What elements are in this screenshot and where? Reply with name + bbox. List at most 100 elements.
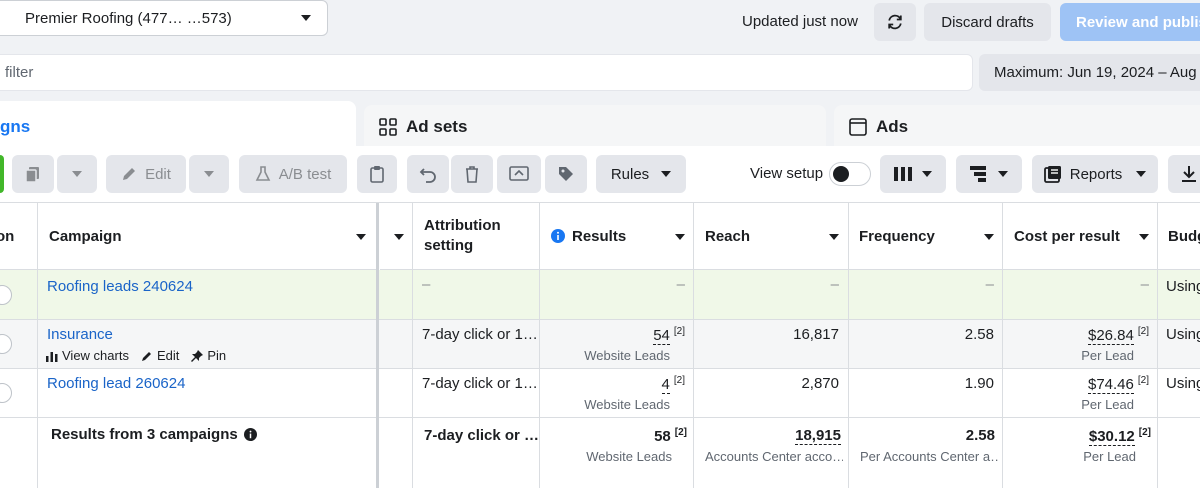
summary-text: Results from 3 campaigns xyxy=(51,426,238,443)
campaign-name-link[interactable]: Roofing leads 240624 xyxy=(47,278,193,295)
chevron-down-icon xyxy=(829,234,839,240)
cost-value: $74.46 [2] xyxy=(1003,375,1149,394)
chevron-down-icon xyxy=(72,171,82,177)
col-header-reach[interactable]: Reach xyxy=(694,203,848,270)
column-divider xyxy=(1157,203,1158,488)
duplicate-dropdown-button[interactable] xyxy=(57,155,97,193)
bar-chart-icon xyxy=(46,351,58,362)
col-header-results[interactable]: Results xyxy=(540,203,694,270)
column-divider xyxy=(37,203,38,488)
col-header-label: on xyxy=(0,227,15,245)
tab-ads[interactable]: Ads xyxy=(834,105,1200,149)
summary-reach: 18,915 xyxy=(694,427,841,445)
search-filter-input[interactable]: filter xyxy=(0,54,973,91)
columns-button[interactable] xyxy=(880,155,946,193)
col-header-attribution[interactable]: Attribution setting xyxy=(412,203,540,270)
export-button[interactable] xyxy=(497,155,541,193)
duplicate-button[interactable] xyxy=(12,155,54,193)
col-header-cost-per-result[interactable]: Cost per result xyxy=(1003,203,1158,270)
campaigns-table: on Campaign Attribution setting Results … xyxy=(0,202,1200,488)
undo-icon xyxy=(419,168,436,183)
frozen-column-divider[interactable] xyxy=(376,203,379,488)
column-divider xyxy=(848,203,849,488)
refresh-button[interactable] xyxy=(874,3,916,41)
summary-cost-number[interactable]: $30.12 xyxy=(1088,428,1135,446)
toolbar: Edit A/B test Rules View setup Reports xyxy=(0,146,1200,202)
summary-frequency-type: Per Accounts Center a… xyxy=(860,449,998,464)
chevron-down-icon xyxy=(394,234,404,240)
chevron-down-icon xyxy=(204,171,214,177)
pin-link[interactable]: Pin xyxy=(191,348,226,363)
undo-button[interactable] xyxy=(407,155,449,193)
reach-value: – xyxy=(830,276,839,293)
summary-results-number: 58 xyxy=(654,428,671,445)
breakdown-button[interactable] xyxy=(956,155,1022,193)
trash-icon xyxy=(466,166,478,183)
chevron-down-icon xyxy=(998,171,1008,177)
results-type: Website Leads xyxy=(584,348,670,363)
ab-test-label: A/B test xyxy=(278,165,332,183)
breakdown-icon xyxy=(970,166,986,182)
account-selector[interactable]: Premier Roofing (477… …573) xyxy=(0,0,328,36)
chevron-down-icon xyxy=(301,15,311,21)
download-button[interactable] xyxy=(1168,155,1200,193)
info-icon[interactable] xyxy=(243,428,257,441)
column-divider xyxy=(412,203,413,488)
info-icon xyxy=(551,229,565,243)
col-header-label: Cost per result xyxy=(1014,227,1120,245)
budget-value: Using xyxy=(1166,326,1200,343)
col-header-budget[interactable]: Budg xyxy=(1158,203,1200,270)
attribution-value: – xyxy=(422,276,431,293)
discard-drafts-button[interactable]: Discard drafts xyxy=(924,3,1051,41)
cost-number[interactable]: $74.46 xyxy=(1087,376,1134,394)
chevron-down-icon xyxy=(1139,234,1149,240)
frequency-value: 2.58 xyxy=(964,326,994,343)
results-number[interactable]: 4 xyxy=(661,376,670,394)
results-number[interactable]: 54 xyxy=(653,327,670,345)
reports-icon xyxy=(1043,166,1061,183)
date-range-picker[interactable]: Maximum: Jun 19, 2024 – Aug xyxy=(979,54,1200,91)
chevron-down-icon xyxy=(1136,171,1147,177)
edit-button[interactable]: Edit xyxy=(106,155,186,193)
delete-button[interactable] xyxy=(451,155,493,193)
row-actions: View charts Edit Pin xyxy=(46,348,226,363)
campaign-name-link[interactable]: Roofing lead 260624 xyxy=(47,375,185,392)
col-header-on-off[interactable]: on xyxy=(0,203,38,270)
ab-test-button[interactable]: A/B test xyxy=(239,155,347,193)
cost-number[interactable]: $26.84 xyxy=(1087,327,1134,345)
pencil-icon xyxy=(123,168,136,180)
attribution-value: 7-day click or 1… xyxy=(422,375,538,392)
cost-type: Per Lead xyxy=(1081,397,1134,412)
attribution-value: 7-day click or 1… xyxy=(422,326,538,343)
edit-dropdown-button[interactable] xyxy=(189,155,229,193)
edit-label: Edit xyxy=(156,348,180,363)
rules-button[interactable]: Rules xyxy=(596,155,686,193)
footnote-marker: [2] xyxy=(674,427,687,438)
chevron-down-icon xyxy=(984,234,994,240)
col-header-label: Frequency xyxy=(859,227,935,245)
col-header-delivery[interactable] xyxy=(380,203,412,270)
footnote-marker: [2] xyxy=(673,326,685,337)
reports-button[interactable]: Reports xyxy=(1032,155,1158,193)
review-publish-button[interactable]: Review and publish xyxy=(1060,3,1200,41)
col-header-campaign[interactable]: Campaign xyxy=(38,203,378,270)
edit-link[interactable]: Edit xyxy=(141,348,179,363)
create-button-edge[interactable] xyxy=(0,155,4,193)
footnote-marker: [2] xyxy=(1137,375,1149,386)
tab-ad-sets[interactable]: Ad sets xyxy=(364,105,826,149)
summary-results: 58 [2] xyxy=(540,427,687,445)
account-name: Premier Roofing (477… …573) xyxy=(25,9,232,27)
tag-button[interactable] xyxy=(545,155,587,193)
col-header-frequency[interactable]: Frequency xyxy=(848,203,1003,270)
summary-reach-number[interactable]: 18,915 xyxy=(795,427,841,445)
footnote-marker: [2] xyxy=(673,375,685,386)
col-header-label: Budg xyxy=(1168,227,1200,245)
campaign-name-link[interactable]: Insurance xyxy=(47,326,113,343)
view-setup-toggle[interactable] xyxy=(829,162,871,186)
summary-frequency: 2.58 xyxy=(965,427,995,444)
reach-value: 16,817 xyxy=(793,326,839,343)
view-charts-link[interactable]: View charts xyxy=(46,348,129,363)
reports-label: Reports xyxy=(1069,165,1123,183)
refresh-icon xyxy=(888,14,902,30)
clipboard-button[interactable] xyxy=(357,155,397,193)
